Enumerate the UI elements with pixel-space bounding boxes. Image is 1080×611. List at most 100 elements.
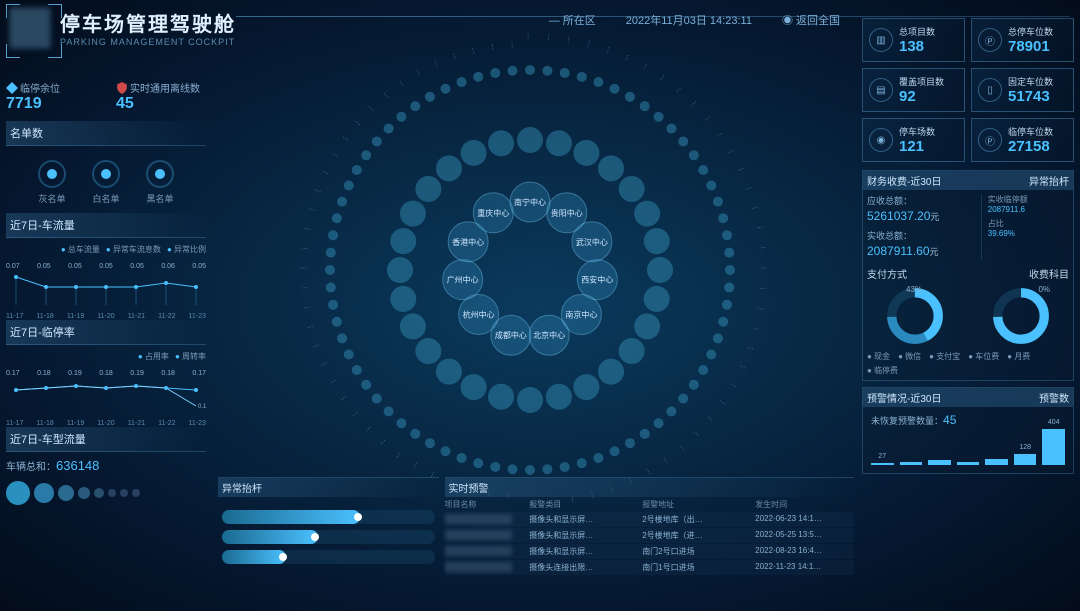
svg-text:···: ··· [319, 360, 328, 369]
left-panel: 临停余位 7719 实时通用离线数 45 名单数 灰名单 白名单 黑名单 近7日… [6, 80, 206, 509]
svg-text:···: ··· [759, 285, 767, 293]
svg-text:···: ··· [339, 394, 349, 404]
section-abnormal: 异常抬杆 [218, 478, 439, 497]
svg-text:···: ··· [643, 467, 653, 477]
svg-text:···: ··· [565, 36, 573, 44]
svg-text:···: ··· [366, 104, 376, 114]
svg-text:···: ··· [321, 168, 330, 177]
svg-text:重庆中心: 重庆中心 [477, 208, 509, 218]
svg-text:···: ··· [717, 398, 727, 408]
stat-card-1: Ⓟ总停车位数78901 [971, 18, 1074, 62]
diamond-icon [6, 82, 18, 94]
svg-text:···: ··· [330, 151, 340, 161]
section-finance: 财务收费-近30日异常抬杆 [863, 171, 1073, 190]
svg-text:···: ··· [660, 456, 670, 466]
stat-temp-parking: 临停余位 7719 [6, 80, 96, 113]
chart-flow7d: 0.070.050.050.050.050.060.05 [6, 257, 206, 307]
radial-network-viz[interactable]: ········································… [220, 10, 840, 510]
svg-text:···: ··· [738, 363, 747, 372]
section-lists: 名单数 [6, 121, 206, 146]
chart-temp7d: 0.170.180.190.180.190.180.17 0.12 [6, 364, 206, 414]
section-alerts: 预警情况-近30日预警数 [863, 388, 1073, 407]
chart-icon: ▥ [869, 28, 893, 52]
svg-text:···: ··· [691, 429, 701, 439]
svg-text:广州中心: 广州中心 [447, 275, 479, 285]
svg-text:···: ··· [760, 265, 767, 272]
actual-value: 2087911.60 [867, 244, 930, 258]
svg-text:···: ··· [300, 284, 308, 292]
alert-table: 项目名称报警类目报警地址发生时间 摄像头和显示屏…2号楼地库（出…2022-06… [445, 497, 855, 575]
svg-text:···: ··· [641, 62, 651, 72]
svg-text:···: ··· [396, 79, 406, 89]
section-flow7d: 近7日-车流量 [6, 213, 206, 238]
svg-text:···: ··· [705, 414, 715, 424]
svg-text:···: ··· [658, 73, 668, 83]
stat-card-3: ▯固定车位数51743 [971, 68, 1074, 112]
svg-text:南京中心: 南京中心 [565, 310, 597, 320]
svg-text:西安中心: 西安中心 [581, 275, 613, 285]
receivable-value: 5261037.20 [867, 209, 930, 223]
svg-text:···: ··· [340, 134, 350, 144]
svg-text:···: ··· [623, 53, 632, 62]
table-row[interactable]: 摄像头和显示屏…2号楼地库（进…2022-05-25 13:5… [445, 528, 855, 543]
svg-text:···: ··· [689, 99, 699, 109]
chart-type7d [6, 477, 206, 509]
section-realtime-alert: 实时预警 [445, 478, 855, 497]
list-item-white[interactable]: 白名单 [92, 160, 120, 205]
svg-text:···: ··· [413, 68, 423, 78]
vehicle-total: 车辆总和：636148 [6, 458, 206, 473]
stat-card-4: ◉停车场数121 [862, 118, 965, 162]
svg-text:···: ··· [353, 118, 363, 128]
svg-text:杭州中心: 杭州中心 [463, 310, 495, 320]
shield-icon [116, 82, 128, 94]
svg-text:···: ··· [313, 187, 322, 196]
table-row[interactable]: 摄像头连接出限…南门1号口进场2022-11-23 14:1… [445, 560, 855, 575]
donut-pay-method: 43% [884, 285, 946, 347]
svg-text:···: ··· [381, 91, 391, 101]
chart-alert-bars: 27128404 [867, 429, 1069, 469]
svg-text:···: ··· [525, 33, 532, 40]
logo-icon [10, 8, 50, 48]
svg-text:武汉中心: 武汉中心 [576, 237, 608, 247]
svg-text:···: ··· [394, 450, 404, 460]
svg-text:···: ··· [364, 424, 374, 434]
svg-text:香港中心: 香港中心 [452, 237, 484, 247]
stat-card-2: ▤覆盖项目数92 [862, 68, 965, 112]
svg-text:···: ··· [756, 224, 764, 232]
section-temp7d: 近7日-临停率 [6, 320, 206, 345]
svg-text:···: ··· [469, 47, 478, 56]
page-title-cn: 停车场管理驾驶舱 [60, 8, 236, 37]
svg-text:···: ··· [312, 342, 321, 351]
svg-text:0.12: 0.12 [198, 404, 206, 410]
svg-text:···: ··· [301, 245, 309, 253]
svg-text:···: ··· [604, 46, 613, 55]
svg-text:···: ··· [488, 43, 496, 51]
doc-icon: ▤ [869, 78, 893, 102]
svg-text:···: ··· [727, 147, 737, 157]
donut-fee-subject: 0% [990, 285, 1052, 347]
svg-text:···: ··· [752, 325, 761, 334]
svg-text:···: ··· [307, 206, 316, 215]
svg-text:···: ··· [736, 165, 745, 174]
svg-text:···: ··· [545, 33, 553, 41]
stat-card-5: Ⓟ临停车位数27158 [971, 118, 1074, 162]
table-row[interactable]: 摄像头和显示屏…2号楼地库（出…2022-06-23 14:1… [445, 512, 855, 527]
svg-text:北京中心: 北京中心 [533, 330, 565, 340]
svg-text:南宁中心: 南宁中心 [514, 197, 546, 207]
svg-text:成都中心: 成都中心 [495, 330, 527, 340]
svg-text:···: ··· [585, 40, 594, 49]
svg-text:···: ··· [676, 443, 686, 453]
svg-text:···: ··· [300, 265, 307, 272]
svg-text:···: ··· [728, 381, 738, 391]
svg-text:···: ··· [303, 225, 311, 233]
table-row[interactable]: 摄像头和显示屏…南门2号口进场2022-08-23 16:4… [445, 544, 855, 559]
stat-card-0: ▥总项目数138 [862, 18, 965, 62]
bottom-panel: 异常抬杆 实时预警 项目名称报警类目报警地址发生时间 摄像头和显示屏…2号楼地库… [218, 477, 854, 607]
svg-text:···: ··· [411, 461, 421, 471]
svg-text:···: ··· [351, 410, 361, 420]
list-item-black[interactable]: 黑名单 [146, 160, 174, 205]
svg-text:···: ··· [759, 244, 767, 252]
right-panel: ▥总项目数138Ⓟ总停车位数78901▤覆盖项目数92▯固定车位数51743◉停… [862, 18, 1074, 480]
svg-text:···: ··· [745, 344, 754, 353]
list-item-gray[interactable]: 灰名单 [38, 160, 66, 205]
